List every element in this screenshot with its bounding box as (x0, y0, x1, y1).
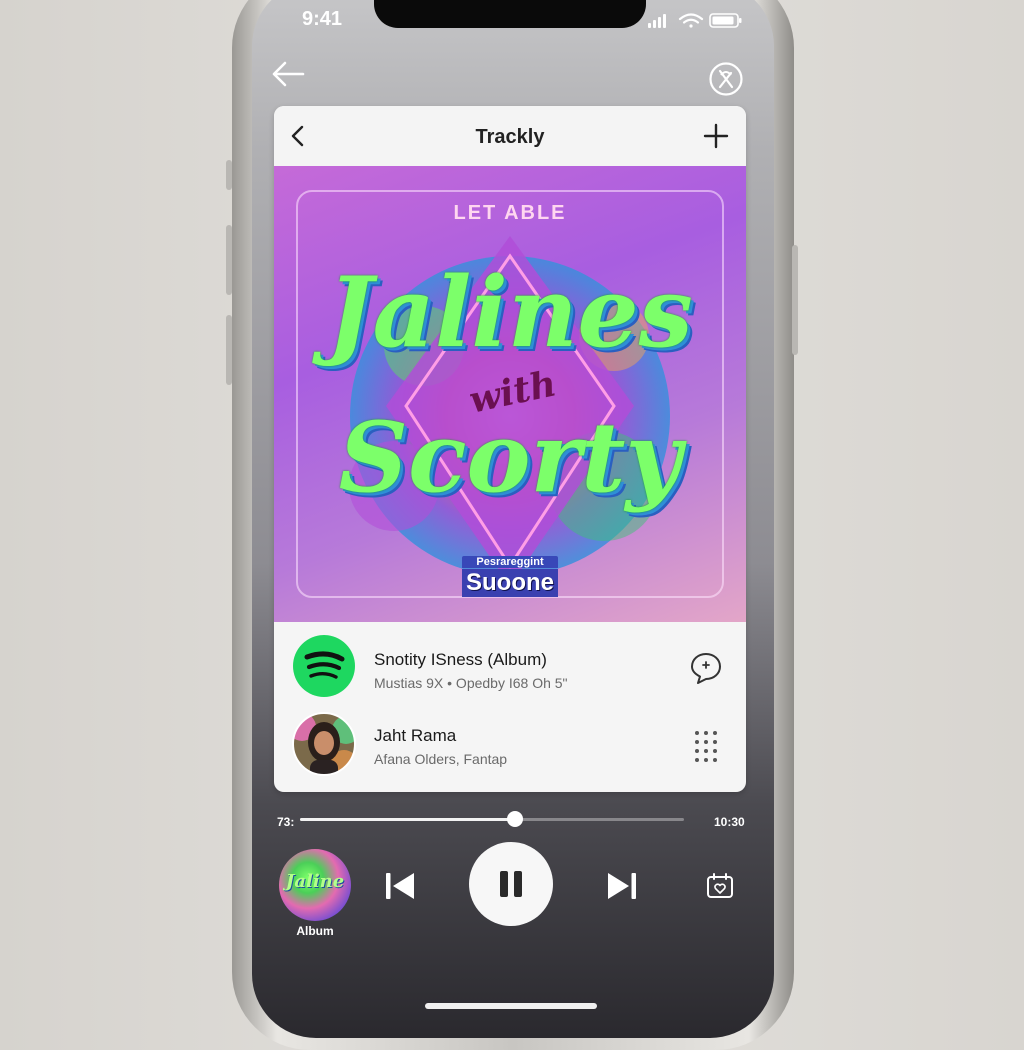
back-button[interactable] (270, 56, 306, 92)
play-pause-button[interactable] (469, 842, 553, 926)
side-button-volume-up (226, 225, 232, 295)
progress-fill (300, 818, 516, 821)
pause-icon (500, 871, 522, 897)
progress-knob[interactable] (507, 811, 524, 827)
avatar (292, 712, 356, 776)
chat-bubble-icon (691, 653, 721, 684)
notch (374, 0, 646, 28)
elapsed-time: 73: (277, 815, 295, 829)
track-row-artist[interactable]: Jaht Rama Afana Olders, Fantap (274, 710, 746, 780)
comment-button[interactable] (688, 650, 724, 686)
side-button-mute (226, 160, 232, 190)
track-title: Snotity ISness (Album) (374, 650, 547, 669)
cover-title-line-2: Scorty (338, 401, 682, 514)
grid-dots-icon (695, 731, 717, 762)
track-subtitle: Mustias 9X • Opedby I68 Oh 5" (374, 675, 568, 691)
album-card: Trackly LET ABLE Jalines with Scorty Pes… (274, 106, 746, 792)
spotify-logo-icon (293, 635, 355, 697)
album-cover[interactable]: LET ABLE Jalines with Scorty Pesrareggin… (274, 166, 746, 622)
artist-name: Jaht Rama (374, 726, 457, 745)
signal-icon (648, 14, 666, 28)
wifi-icon (678, 13, 704, 28)
status-time: 9:41 (302, 8, 343, 30)
add-button[interactable] (700, 120, 732, 152)
battery-icon (709, 13, 742, 28)
cover-badge: Suoone (462, 569, 558, 597)
status-icons (648, 13, 742, 28)
mini-album-title: Jaline (285, 871, 345, 892)
queue-button[interactable] (702, 868, 738, 904)
more-options-button[interactable] (688, 728, 724, 764)
arrow-left-icon (272, 61, 305, 87)
total-duration: 10:30 (714, 815, 745, 829)
skip-back-icon (386, 873, 414, 899)
previous-button[interactable] (380, 864, 420, 908)
close-button[interactable] (708, 61, 744, 97)
cover-title-line-1: Jalines (327, 256, 693, 369)
next-button[interactable] (602, 864, 642, 908)
circle-close-icon (709, 62, 743, 96)
progress-bar[interactable] (300, 811, 684, 827)
calendar-heart-icon (707, 873, 733, 898)
mini-album-label: Album (296, 924, 334, 938)
card-title: Trackly (475, 126, 545, 148)
card-header: Trackly (274, 106, 746, 166)
side-button-power (792, 245, 798, 355)
cover-badge-top: Pesrareggint (462, 556, 558, 568)
skip-forward-icon (608, 873, 636, 899)
cover-heading: LET ABLE (453, 202, 567, 224)
home-indicator[interactable] (425, 1003, 597, 1009)
track-row-album[interactable]: Snotity ISness (Album) Mustias 9X • Oped… (274, 634, 746, 704)
artist-subtitle: Afana Olders, Fantap (374, 751, 508, 767)
side-button-volume-down (226, 315, 232, 385)
plus-icon (703, 123, 729, 149)
mini-album-art[interactable]: Jaline (279, 849, 351, 921)
